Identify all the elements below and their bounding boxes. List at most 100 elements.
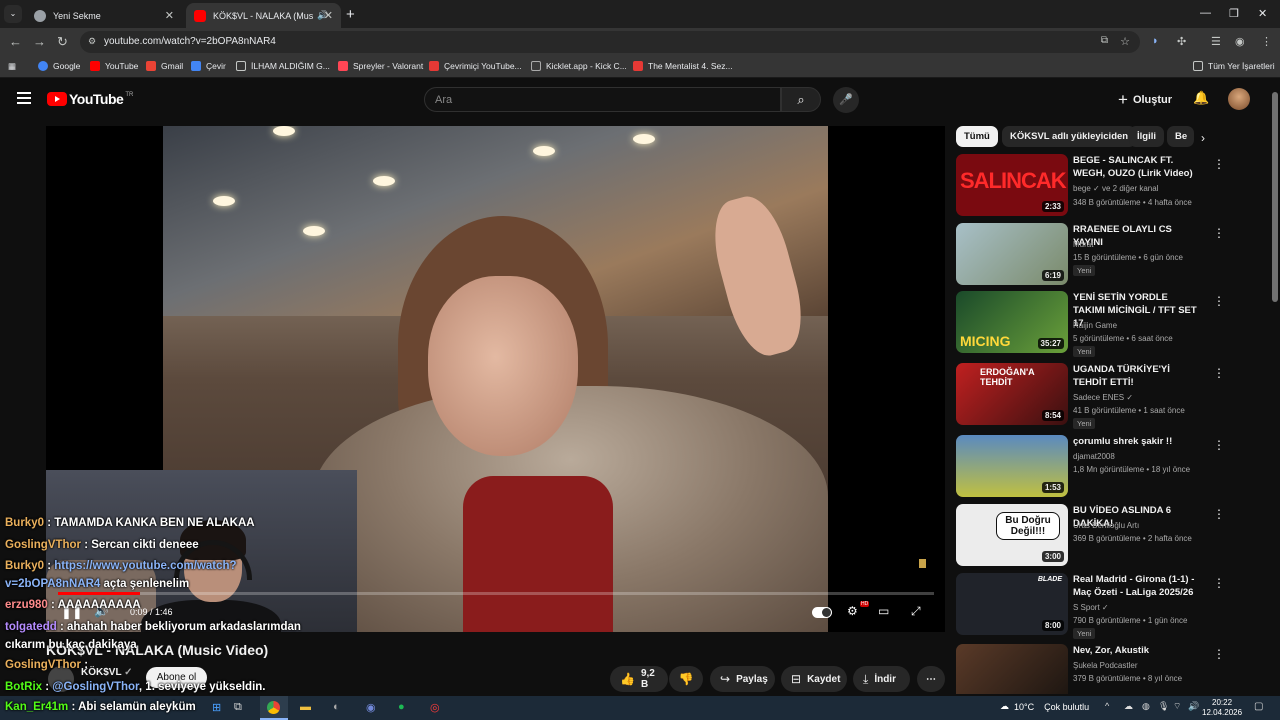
recommendation-channel[interactable]: Sadece ENES ✓	[1073, 393, 1133, 402]
extensions-puzzle-icon[interactable]: ✣	[1177, 35, 1186, 48]
reload-icon[interactable]: ↻	[57, 34, 68, 50]
address-bar[interactable]: ⚙ youtube.com/watch?v=2bOPA8nNAR4 ⧉ ☆	[80, 31, 1140, 53]
more-vert-icon[interactable]: ⋮	[1213, 647, 1225, 661]
channel-name[interactable]: KÖK$VL ✓	[81, 667, 133, 678]
recommendation-channel[interactable]: bege ✓ ve 2 diğer kanal	[1073, 184, 1158, 193]
create-button[interactable]: + Oluştur	[1118, 90, 1172, 110]
more-vert-icon[interactable]: ⋮	[1213, 226, 1225, 240]
chevron-right-icon[interactable]: ›	[1201, 131, 1205, 145]
bookmark-star-icon[interactable]: ☆	[1120, 35, 1130, 48]
bookmark-valorant[interactable]: Spreyler - Valorant	[338, 61, 423, 71]
recommendation-title[interactable]: UGANDA TÜRKİYE'Yİ TEHDİT ETTİ!	[1073, 363, 1201, 389]
recommendation-item[interactable]: 1:53 çorumlu shrek şakir !! djamat2008 1…	[956, 435, 1256, 497]
wifi-icon[interactable]: ⌔	[1173, 701, 1181, 712]
chip-more[interactable]: Be	[1167, 126, 1194, 147]
chat-link[interactable]: v=2bOPA8nNAR4	[5, 578, 100, 590]
recording-app-icon[interactable]: ◎	[430, 701, 440, 714]
chat-link[interactable]: https://www.youtube.com/watch?	[54, 560, 236, 572]
voice-search-button[interactable]: 🎤	[833, 87, 859, 113]
bookmark-mentalist[interactable]: The Mentalist 4. Sez...	[633, 61, 733, 71]
bookmark-converter[interactable]: Çevrimiçi YouTube...	[429, 61, 522, 71]
share-button[interactable]: ↪ Paylaş	[710, 666, 775, 692]
app-icon[interactable]: ◐	[333, 701, 340, 713]
reading-list-icon[interactable]: ☰	[1211, 35, 1221, 48]
video-thumbnail[interactable]: 6:19	[956, 223, 1068, 285]
video-thumbnail[interactable]: MICING 35:27	[956, 291, 1068, 353]
recommendation-channel[interactable]: Raijin Game	[1073, 321, 1117, 330]
search-box[interactable]	[424, 87, 781, 112]
notifications-bell-icon[interactable]: 🔔	[1193, 90, 1209, 106]
bookmark-google[interactable]: Google	[38, 61, 80, 71]
menu-hamburger-icon[interactable]	[17, 92, 31, 104]
video-player[interactable]: ❚❚ 🔊 0:09 / 1:46 ⚙ HD ▭ ⤢	[46, 126, 945, 632]
video-thumbnail[interactable]: ERDOĞAN'A TEHDİT 8:54	[956, 363, 1068, 425]
restore-icon[interactable]: ❐	[1229, 7, 1239, 20]
menu-icon[interactable]: ⋮	[1261, 35, 1272, 48]
more-vert-icon[interactable]: ⋮	[1213, 576, 1225, 590]
chevron-up-icon[interactable]: ^	[1105, 701, 1109, 711]
more-vert-icon[interactable]: ⋮	[1213, 157, 1225, 171]
windows-start-icon[interactable]: ⊞	[212, 701, 221, 714]
chip-from-uploader[interactable]: KÖKSVL adlı yükleyiciden	[1002, 126, 1137, 147]
forward-icon[interactable]: →	[33, 34, 46, 49]
save-button[interactable]: ⊟ Kaydet	[781, 666, 847, 692]
recommendation-channel[interactable]: Şukela Podcastler	[1073, 661, 1137, 670]
video-thumbnail[interactable]: BLADE 8:00	[956, 573, 1068, 635]
task-view-icon[interactable]: ⧉	[234, 701, 242, 714]
bookmark-youtube[interactable]: YouTube	[90, 61, 138, 71]
tab-youtube-video[interactable]: KÖK$VL - NALAKA (Music V 🔊 ✕	[186, 3, 341, 28]
recommendation-channel[interactable]: djamat2008	[1073, 452, 1115, 461]
settings-gear-icon[interactable]: ⚙	[847, 604, 858, 618]
download-button[interactable]: ⤓ İndir	[853, 666, 910, 692]
recommendation-channel[interactable]: Murat	[1073, 240, 1093, 249]
like-button[interactable]: 👍 9,2 B	[610, 666, 668, 692]
chip-related[interactable]: İlgili	[1129, 126, 1164, 147]
video-thumbnail[interactable]: 1:53	[956, 435, 1068, 497]
more-actions-button[interactable]: ⋯	[917, 666, 945, 692]
page-scrollbar[interactable]	[1272, 92, 1278, 302]
chip-all[interactable]: Tümü	[956, 126, 998, 147]
recommendation-title[interactable]: Nev, Zor, Akustik	[1073, 644, 1201, 657]
tab-new-tab[interactable]: Yeni Sekme ✕	[26, 3, 182, 28]
bookmark-gmail[interactable]: Gmail	[146, 61, 183, 71]
recommendation-item[interactable]: 6:19 RRAENEE OLAYLI CS YAYINI Murat 15 B…	[956, 223, 1256, 285]
discord-icon[interactable]: ◉	[366, 701, 376, 714]
more-vert-icon[interactable]: ⋮	[1213, 366, 1225, 380]
fullscreen-icon[interactable]: ⤢	[911, 604, 921, 619]
chat-link[interactable]: @GoslingVThor	[52, 681, 139, 693]
tray-icon[interactable]: ◍	[1142, 701, 1150, 712]
tab-search-button[interactable]: ⌄	[4, 5, 22, 23]
search-button[interactable]: ⌕	[781, 87, 821, 112]
recommendation-channel[interactable]: Uras Benlioğlu Artı	[1073, 521, 1139, 530]
bookmark-translate[interactable]: Çevir	[191, 61, 226, 71]
notifications-icon[interactable]: ▢	[1254, 701, 1263, 712]
back-icon[interactable]: ←	[9, 34, 22, 49]
apps-icon[interactable]: ▦	[8, 61, 16, 72]
chrome-taskbar-icon[interactable]	[260, 696, 288, 720]
profile-icon[interactable]: ◉	[1235, 35, 1245, 48]
recommendation-item[interactable]: Nev, Zor, Akustik Şukela Podcastler 379 …	[956, 644, 1256, 694]
autoplay-toggle[interactable]	[812, 607, 832, 618]
mic-tray-icon[interactable]: 🎙	[1158, 701, 1169, 712]
video-thumbnail[interactable]	[956, 644, 1068, 694]
spotify-icon[interactable]: ●	[398, 701, 405, 713]
more-vert-icon[interactable]: ⋮	[1213, 438, 1225, 452]
more-vert-icon[interactable]: ⋮	[1213, 294, 1225, 308]
close-tab-icon[interactable]: ✕	[324, 9, 333, 22]
tray-icon[interactable]: ☁	[1124, 701, 1133, 712]
video-thumbnail[interactable]: SALINCAK 2:33	[956, 154, 1068, 216]
close-tab-icon[interactable]: ✕	[165, 9, 174, 22]
recommendation-channel[interactable]: S Sport ✓	[1073, 603, 1109, 612]
search-input[interactable]	[435, 94, 755, 106]
theater-mode-icon[interactable]: ▭	[878, 604, 889, 618]
bookmark-kicklet[interactable]: Kicklet.app - Kick C...	[531, 61, 627, 71]
avatar[interactable]	[1228, 88, 1250, 110]
recommendation-title[interactable]: çorumlu shrek şakir !!	[1073, 435, 1201, 448]
dislike-button[interactable]: 👎	[669, 666, 703, 692]
site-info-icon[interactable]: ⚙	[88, 36, 96, 47]
file-explorer-icon[interactable]: ▬	[300, 701, 311, 713]
extension-icon[interactable]: ◗	[1152, 35, 1159, 47]
weather-widget[interactable]: ☁ 10°C Çok bulutlu	[1000, 701, 1089, 712]
system-clock[interactable]: 20:22 12.04.2026	[1202, 698, 1242, 718]
new-tab-button[interactable]: +	[346, 6, 355, 23]
